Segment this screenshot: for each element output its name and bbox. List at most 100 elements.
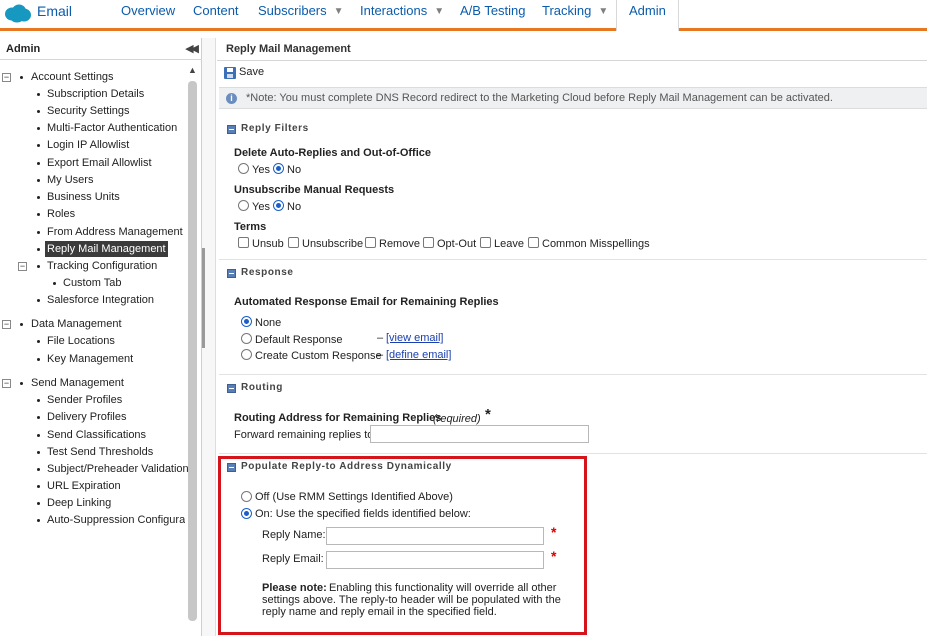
salesforce-cloud-icon[interactable]	[4, 4, 32, 23]
sidebar-item-send-classifications[interactable]: Send Classifications	[0, 427, 185, 443]
term-opt-out-checkbox[interactable]	[423, 237, 434, 248]
tab-ab-testing[interactable]: A/B Testing	[460, 3, 526, 18]
tab-overview[interactable]: Overview	[121, 3, 175, 18]
collapse-toggle-icon[interactable]: −	[2, 379, 11, 388]
response-option-label: Create Custom Response	[255, 350, 382, 362]
dash-separator: –	[377, 349, 384, 361]
sidebar-item-sender-profiles[interactable]: Sender Profiles	[0, 392, 185, 408]
response-default-radio[interactable]	[241, 333, 252, 344]
unsub-no-radio[interactable]	[273, 200, 284, 211]
define-email-link[interactable]: [define email]	[386, 349, 451, 361]
response-option-label: Default Response	[255, 334, 343, 346]
term-unsubscribe-checkbox[interactable]	[288, 237, 299, 248]
sidebar-item-export-email-allowlist[interactable]: Export Email Allowlist	[0, 155, 185, 171]
chevron-down-icon: ▼	[598, 6, 609, 17]
term-label: Unsubscribe	[302, 238, 364, 250]
sidebar-item-custom-tab[interactable]: Custom Tab	[0, 275, 185, 291]
collapse-section-icon[interactable]	[227, 125, 236, 134]
info-icon: i	[226, 93, 237, 104]
sidebar-item-label: Security Settings	[47, 105, 130, 117]
sidebar-item-security-settings[interactable]: Security Settings	[0, 103, 185, 119]
sidebar-item-salesforce-integration[interactable]: Salesforce Integration	[0, 292, 185, 308]
splitter-grip[interactable]	[202, 248, 205, 348]
sidebar-item-label: Test Send Thresholds	[47, 446, 154, 458]
sidebar-item-login-ip-allowlist[interactable]: Login IP Allowlist	[0, 137, 185, 153]
sidebar-item-label: Roles	[47, 208, 76, 220]
auto-replies-label: Delete Auto-Replies and Out-of-Office	[234, 147, 431, 159]
sidebar-item-multi-factor-auth[interactable]: Multi-Factor Authentication	[0, 120, 185, 136]
required-star: *	[485, 406, 491, 423]
sidebar-item-label: URL Expiration	[47, 480, 121, 492]
sidebar-item-tracking-configuration[interactable]: − Tracking Configuration	[0, 258, 185, 274]
collapse-toggle-icon[interactable]: −	[2, 320, 11, 329]
tab-admin[interactable]: Admin	[616, 0, 679, 31]
auto-replies-no-radio[interactable]	[273, 163, 284, 174]
collapse-section-icon[interactable]	[227, 269, 236, 278]
note-text: *Note: You must complete DNS Record redi…	[246, 92, 833, 104]
sidebar-item-business-units[interactable]: Business Units	[0, 189, 185, 205]
sidebar-item-url-expiration[interactable]: URL Expiration	[0, 478, 185, 494]
bullet-icon	[37, 127, 40, 130]
sidebar-scrollbar[interactable]: ▲	[187, 65, 198, 635]
tree-group-label: Data Management	[31, 318, 122, 330]
tree-group-data-management[interactable]: − Data Management	[0, 316, 185, 332]
tab-interactions[interactable]: Interactions ▼	[360, 3, 444, 18]
bullet-icon	[37, 519, 40, 522]
tab-tracking[interactable]: Tracking ▼	[542, 3, 608, 18]
sidebar-item-label: My Users	[47, 174, 94, 186]
bullet-icon	[37, 468, 40, 471]
no-label: No	[287, 201, 302, 213]
response-none-radio[interactable]	[241, 316, 252, 327]
term-remove-checkbox[interactable]	[365, 237, 376, 248]
sidebar-item-label: Tracking Configuration	[47, 260, 158, 272]
forward-replies-input[interactable]	[370, 425, 589, 443]
scroll-up-icon[interactable]: ▲	[188, 65, 197, 75]
tab-subscribers[interactable]: Subscribers ▼	[258, 3, 344, 18]
term-unsub-checkbox[interactable]	[238, 237, 249, 248]
sidebar-item-label: Business Units	[47, 191, 120, 203]
sidebar-item-label: Deep Linking	[47, 497, 112, 509]
term-label: Leave	[494, 238, 524, 250]
app-name[interactable]: Email	[37, 3, 72, 19]
sidebar-header: Admin ◀◀	[0, 38, 202, 60]
sidebar-item-subscription-details[interactable]: Subscription Details	[0, 86, 185, 102]
sidebar-item-roles[interactable]: Roles	[0, 206, 185, 222]
tab-content[interactable]: Content	[193, 3, 239, 18]
term-leave-checkbox[interactable]	[480, 237, 491, 248]
tree-group-send-management[interactable]: − Send Management	[0, 375, 185, 391]
collapse-toggle-icon[interactable]: −	[18, 262, 27, 271]
view-email-link[interactable]: [view email]	[386, 332, 443, 344]
sidebar-item-subject-preheader-validation[interactable]: Subject/Preheader Validation	[0, 461, 189, 477]
divider	[219, 259, 927, 260]
section-heading: Response	[241, 267, 294, 278]
yes-label: Yes	[252, 164, 270, 176]
sidebar-item-file-locations[interactable]: File Locations	[0, 333, 185, 349]
tree-group-account-settings[interactable]: − Account Settings	[0, 69, 185, 85]
term-common-misspellings-checkbox[interactable]	[528, 237, 539, 248]
automated-response-label: Automated Response Email for Remaining R…	[234, 296, 499, 308]
chevron-down-icon: ▼	[333, 6, 344, 17]
sidebar-item-my-users[interactable]: My Users	[0, 172, 185, 188]
sidebar-item-delivery-profiles[interactable]: Delivery Profiles	[0, 409, 185, 425]
sidebar-item-label: Subscription Details	[47, 88, 145, 100]
term-label: Unsub	[252, 238, 284, 250]
collapse-toggle-icon[interactable]: −	[2, 73, 11, 82]
sidebar-item-deep-linking[interactable]: Deep Linking	[0, 495, 185, 511]
admin-sidebar: Admin ◀◀ − Account Settings Subscription…	[0, 38, 202, 636]
bullet-icon	[37, 265, 40, 268]
forward-replies-label: Forward remaining replies to:	[234, 429, 377, 441]
sidebar-item-key-management[interactable]: Key Management	[0, 351, 185, 367]
collapse-sidebar-icon[interactable]: ◀◀	[185, 42, 199, 55]
auto-replies-yes-radio[interactable]	[238, 163, 249, 174]
sidebar-item-reply-mail-management[interactable]: Reply Mail Management	[0, 241, 185, 257]
sidebar-item-from-address-management[interactable]: From Address Management	[0, 224, 185, 240]
unsub-yes-radio[interactable]	[238, 200, 249, 211]
response-custom-radio[interactable]	[241, 349, 252, 360]
collapse-section-icon[interactable]	[227, 384, 236, 393]
scrollbar-thumb[interactable]	[188, 81, 197, 621]
sidebar-item-auto-suppression-configuration[interactable]: Auto-Suppression Configuratio	[0, 512, 185, 528]
pane-splitter[interactable]	[202, 38, 216, 636]
sidebar-item-test-send-thresholds[interactable]: Test Send Thresholds	[0, 444, 185, 460]
sidebar-item-label: Reply Mail Management	[45, 241, 168, 257]
sidebar-title: Admin	[6, 43, 41, 55]
